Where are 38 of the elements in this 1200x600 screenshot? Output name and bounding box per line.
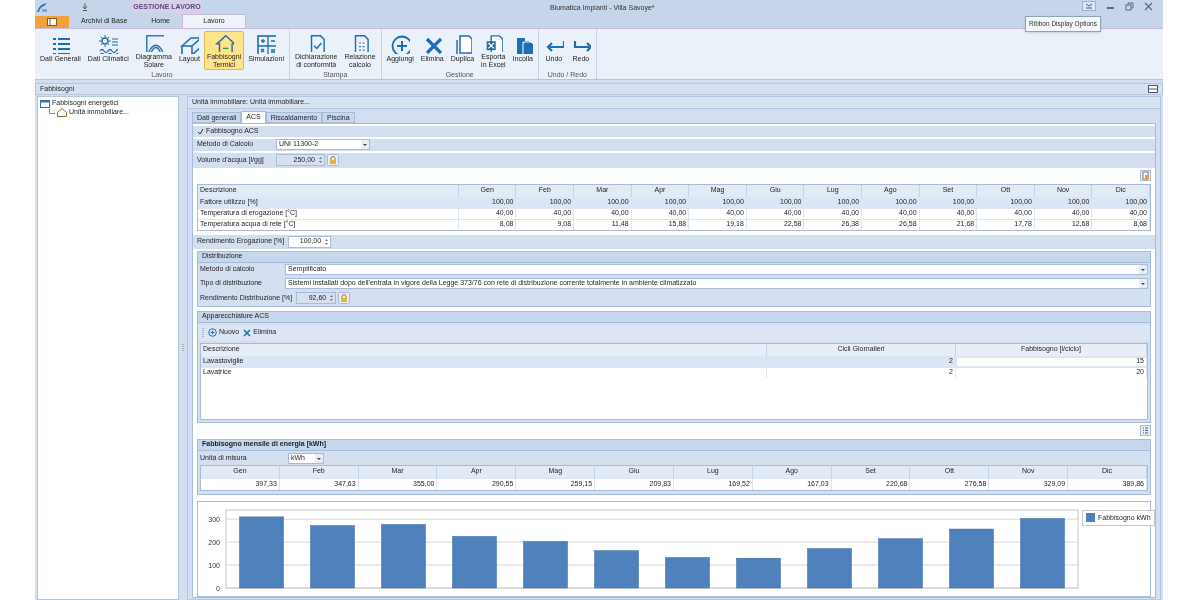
bar (1020, 517, 1065, 588)
house-icon (57, 108, 67, 117)
house-icon (214, 34, 235, 52)
list-view-icon (1140, 425, 1151, 436)
sun-diagram-icon (143, 34, 164, 52)
plus-circle-icon (208, 328, 217, 337)
sun-waves-icon (98, 34, 119, 54)
restore-icon (1125, 1, 1134, 11)
bar (239, 516, 284, 588)
bar (523, 540, 568, 588)
spinner-arrows-icon (323, 236, 331, 247)
bar (807, 547, 852, 588)
checkbox[interactable] (197, 127, 204, 135)
clipboard-icon (1140, 170, 1151, 181)
bar (949, 528, 994, 588)
bar (665, 556, 710, 588)
bar (310, 524, 355, 588)
menu-icon (47, 18, 57, 26)
tree-line-icon (49, 108, 55, 117)
lock-icon (327, 154, 339, 166)
bar (736, 557, 781, 588)
lock-icon (338, 292, 351, 304)
bar (381, 523, 426, 588)
quick-access-icon[interactable] (82, 3, 88, 11)
bar (594, 549, 639, 588)
file-menu-button[interactable] (35, 16, 69, 28)
calculator-icon (256, 34, 277, 54)
spinner-arrows-icon (328, 293, 336, 303)
layout-icon (1148, 85, 1158, 93)
app-logo-icon (36, 1, 48, 13)
ribbon-display-options-icon (1082, 1, 1096, 11)
close-icon (243, 328, 252, 337)
bar (452, 535, 497, 588)
roof-icon (179, 34, 200, 54)
close-icon (1144, 1, 1153, 11)
bar (878, 537, 923, 588)
calendar-icon (40, 99, 50, 108)
spinner-arrows-icon (317, 155, 324, 165)
